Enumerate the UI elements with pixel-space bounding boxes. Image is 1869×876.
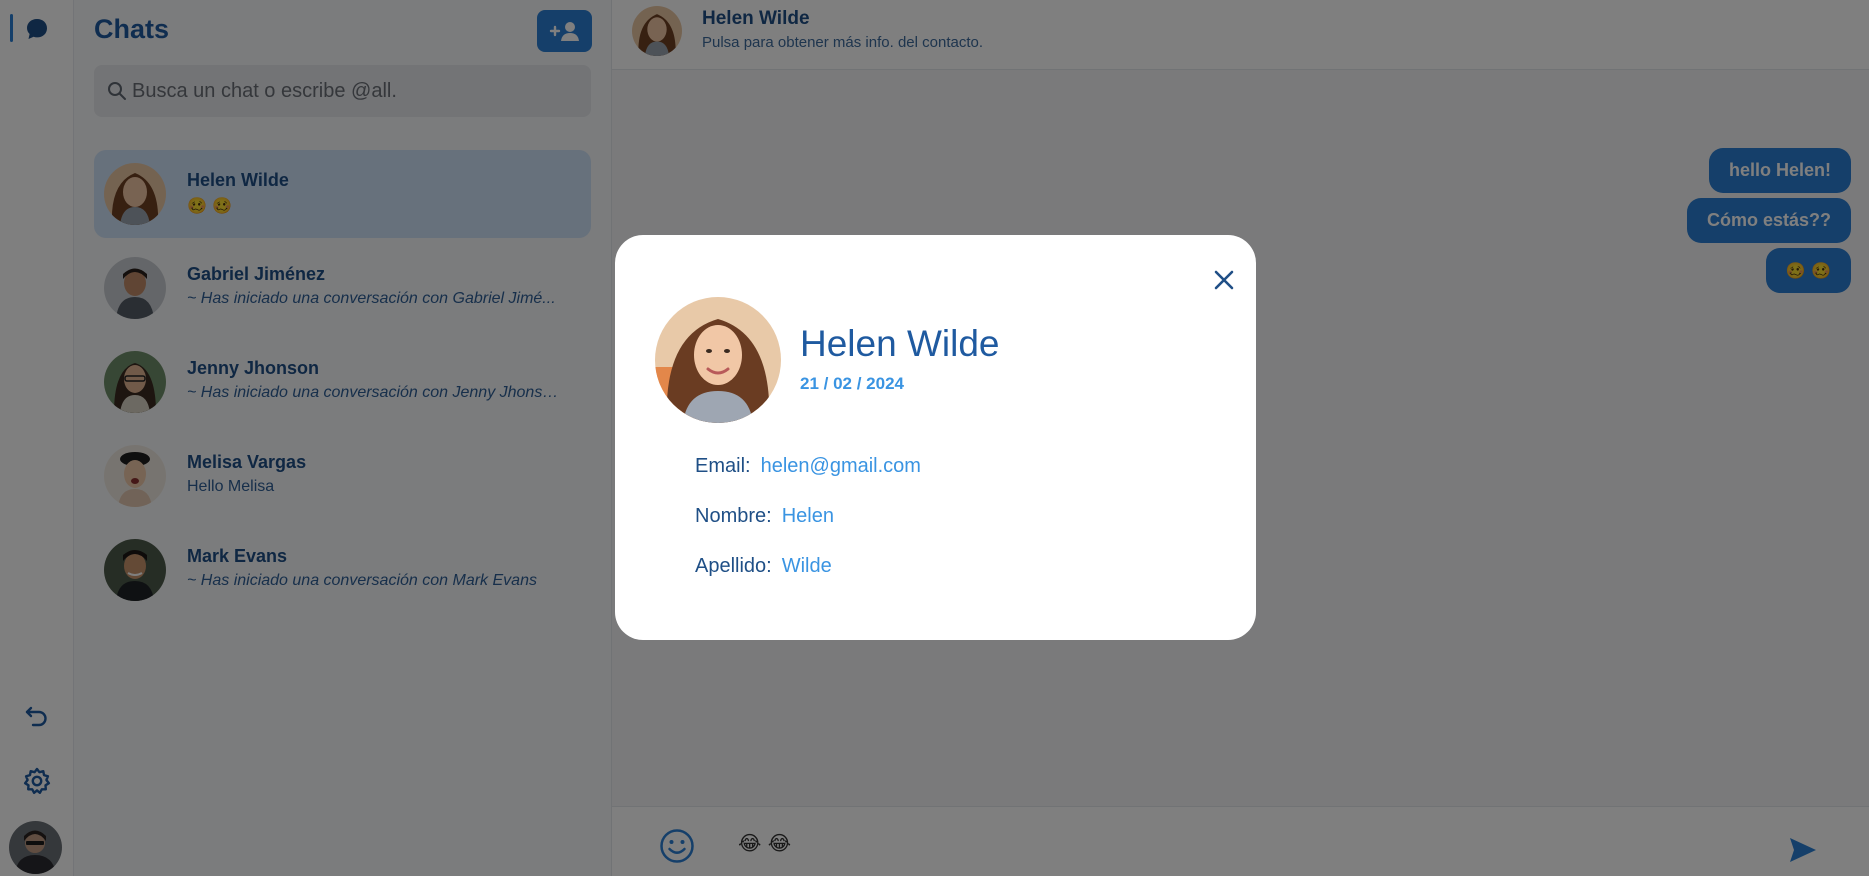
- modal-contact-date: 21 / 02 / 2024: [800, 374, 904, 393]
- close-button[interactable]: [1201, 257, 1247, 303]
- email-field: Email: helen@gmail.com: [695, 455, 921, 478]
- close-icon: [1214, 270, 1234, 290]
- last-name-field: Apellido: Wilde: [695, 555, 832, 578]
- field-value: Helen: [781, 505, 834, 527]
- first-name-field: Nombre: Helen: [695, 505, 834, 528]
- modal-contact-name: Helen Wilde: [800, 323, 1000, 364]
- field-label: Nombre:: [695, 505, 772, 527]
- contact-info-modal: Helen Wilde 21 / 02 / 2024 Email: helen@g…: [615, 235, 1256, 640]
- field-value: helen@gmail.com: [760, 455, 921, 477]
- contact-photo: [655, 297, 781, 423]
- field-label: Apellido:: [695, 555, 772, 577]
- field-label: Email:: [695, 455, 751, 477]
- field-value: Wilde: [781, 555, 832, 577]
